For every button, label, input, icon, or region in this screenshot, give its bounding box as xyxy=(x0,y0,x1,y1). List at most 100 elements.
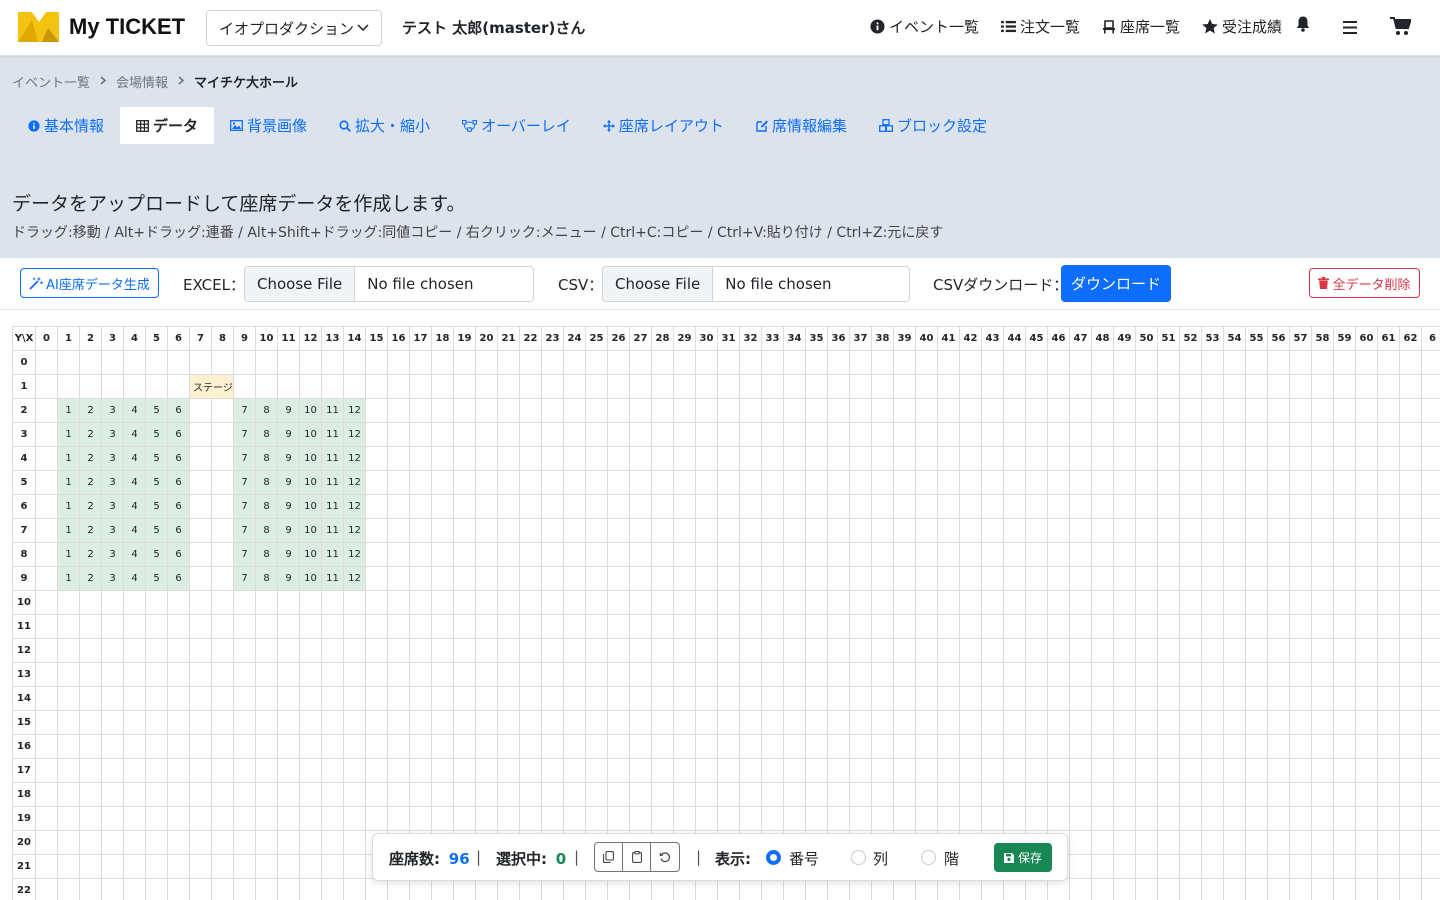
grid-cell[interactable] xyxy=(696,543,718,567)
grid-cell[interactable] xyxy=(1422,879,1440,900)
grid-cell[interactable] xyxy=(1224,519,1246,543)
grid-cell[interactable] xyxy=(498,591,520,615)
grid-cell[interactable] xyxy=(1180,735,1202,759)
grid-cell[interactable] xyxy=(1004,399,1026,423)
grid-cell[interactable] xyxy=(872,663,894,687)
grid-cell[interactable] xyxy=(652,615,674,639)
grid-cell[interactable] xyxy=(1312,567,1334,591)
grid-cell[interactable] xyxy=(432,471,454,495)
grid-cell[interactable] xyxy=(344,639,366,663)
grid-cell[interactable] xyxy=(740,423,762,447)
grid-cell[interactable] xyxy=(1004,615,1026,639)
grid-cell[interactable] xyxy=(982,807,1004,831)
grid-cell[interactable] xyxy=(1224,375,1246,399)
grid-cell[interactable] xyxy=(1202,399,1224,423)
grid-cell[interactable] xyxy=(608,687,630,711)
seat-cell[interactable]: 6 xyxy=(168,399,190,423)
grid-cell[interactable] xyxy=(278,735,300,759)
seat-cell[interactable]: 1 xyxy=(58,471,80,495)
grid-cell[interactable] xyxy=(234,831,256,855)
seat-cell[interactable]: 6 xyxy=(168,447,190,471)
grid-cell[interactable] xyxy=(1334,423,1356,447)
grid-cell[interactable] xyxy=(1334,663,1356,687)
grid-cell[interactable] xyxy=(674,471,696,495)
grid-cell[interactable] xyxy=(1136,687,1158,711)
delete-all-data-button[interactable]: 全データ削除 xyxy=(1309,268,1420,298)
grid-cell[interactable] xyxy=(938,591,960,615)
grid-cell[interactable] xyxy=(762,495,784,519)
grid-cell[interactable] xyxy=(916,591,938,615)
grid-cell[interactable] xyxy=(674,543,696,567)
grid-cell[interactable] xyxy=(520,447,542,471)
grid-cell[interactable] xyxy=(520,567,542,591)
grid-cell[interactable] xyxy=(1026,447,1048,471)
grid-cell[interactable] xyxy=(432,807,454,831)
grid-cell[interactable] xyxy=(1400,519,1422,543)
grid-cell[interactable] xyxy=(1092,375,1114,399)
grid-cell[interactable] xyxy=(674,711,696,735)
grid-cell[interactable] xyxy=(234,855,256,879)
grid-cell[interactable] xyxy=(344,759,366,783)
grid-cell[interactable] xyxy=(806,423,828,447)
grid-cell[interactable] xyxy=(58,879,80,900)
grid-cell[interactable] xyxy=(1422,639,1440,663)
grid-cell[interactable] xyxy=(542,879,564,900)
grid-cell[interactable] xyxy=(982,783,1004,807)
grid-cell[interactable] xyxy=(1400,615,1422,639)
seat-cell[interactable]: 1 xyxy=(58,567,80,591)
tab-block-settings[interactable]: ブロック設定 xyxy=(863,107,1003,144)
grid-cell[interactable] xyxy=(718,351,740,375)
grid-cell[interactable] xyxy=(322,591,344,615)
grid-cell[interactable] xyxy=(894,495,916,519)
grid-cell[interactable] xyxy=(652,423,674,447)
grid-cell[interactable] xyxy=(938,735,960,759)
seat-cell[interactable]: 9 xyxy=(278,543,300,567)
grid-cell[interactable] xyxy=(234,879,256,900)
grid-cell[interactable] xyxy=(234,759,256,783)
grid-cell[interactable] xyxy=(190,519,212,543)
grid-cell[interactable] xyxy=(542,639,564,663)
grid-cell[interactable] xyxy=(630,375,652,399)
grid-cell[interactable] xyxy=(850,495,872,519)
grid-cell[interactable] xyxy=(454,495,476,519)
grid-cell[interactable] xyxy=(1026,759,1048,783)
grid-cell[interactable] xyxy=(476,567,498,591)
grid-cell[interactable] xyxy=(1136,615,1158,639)
grid-cell[interactable] xyxy=(1070,711,1092,735)
grid-cell[interactable] xyxy=(1334,567,1356,591)
grid-cell[interactable] xyxy=(1334,351,1356,375)
grid-cell[interactable] xyxy=(212,639,234,663)
grid-cell[interactable] xyxy=(762,783,784,807)
grid-cell[interactable] xyxy=(190,831,212,855)
grid-cell[interactable] xyxy=(1136,759,1158,783)
grid-cell[interactable] xyxy=(608,879,630,900)
grid-cell[interactable] xyxy=(520,423,542,447)
grid-cell[interactable] xyxy=(586,591,608,615)
grid-cell[interactable] xyxy=(762,663,784,687)
grid-cell[interactable] xyxy=(256,807,278,831)
grid-cell[interactable] xyxy=(718,639,740,663)
grid-cell[interactable] xyxy=(630,687,652,711)
grid-cell[interactable] xyxy=(146,855,168,879)
grid-cell[interactable] xyxy=(498,759,520,783)
grid-cell[interactable] xyxy=(630,351,652,375)
grid-cell[interactable] xyxy=(124,831,146,855)
grid-cell[interactable] xyxy=(872,879,894,900)
grid-cell[interactable] xyxy=(630,591,652,615)
seat-cell[interactable]: 7 xyxy=(234,567,256,591)
grid-cell[interactable] xyxy=(1334,543,1356,567)
grid-cell[interactable] xyxy=(168,831,190,855)
grid-cell[interactable] xyxy=(828,879,850,900)
grid-cell[interactable] xyxy=(762,807,784,831)
grid-cell[interactable] xyxy=(784,495,806,519)
grid-cell[interactable] xyxy=(454,471,476,495)
grid-cell[interactable] xyxy=(740,711,762,735)
grid-cell[interactable] xyxy=(278,639,300,663)
grid-cell[interactable] xyxy=(432,519,454,543)
grid-cell[interactable] xyxy=(278,663,300,687)
grid-cell[interactable] xyxy=(828,519,850,543)
grid-cell[interactable] xyxy=(190,711,212,735)
nav-link-sales[interactable]: 受注成績 xyxy=(1202,16,1282,37)
grid-cell[interactable] xyxy=(256,591,278,615)
grid-cell[interactable] xyxy=(960,471,982,495)
